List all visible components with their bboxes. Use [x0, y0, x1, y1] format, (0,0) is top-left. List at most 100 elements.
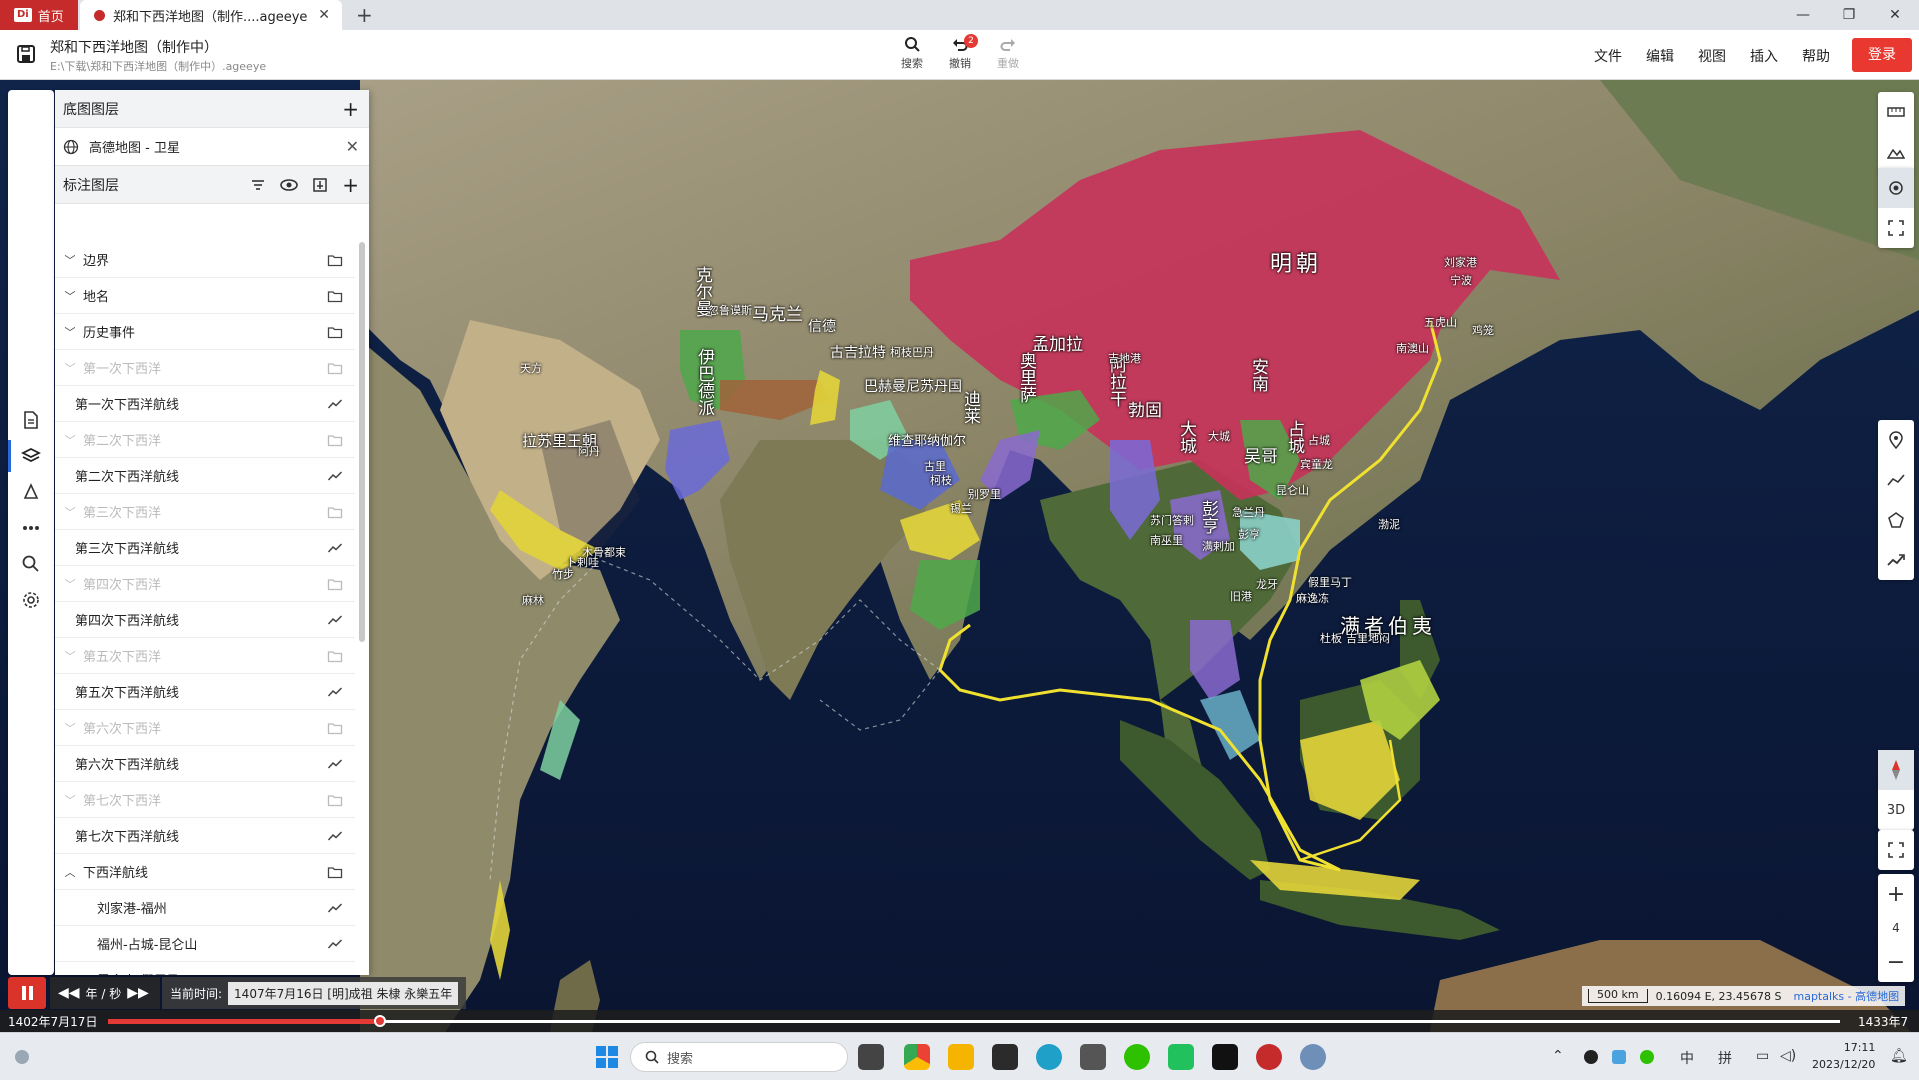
layer-row[interactable]: 第四次下西洋航线	[55, 602, 355, 638]
draw-polygon-button[interactable]	[1878, 500, 1914, 540]
menu-help[interactable]: 帮助	[1802, 46, 1830, 66]
ime-pinyin[interactable]: 拼	[1718, 1048, 1732, 1068]
minimize-icon[interactable]: —	[1780, 0, 1826, 30]
layer-row[interactable]: ﹀ 第七次下西洋	[55, 782, 355, 818]
undo-button[interactable]: 2 撤销	[938, 34, 982, 71]
layer-row[interactable]: 第三次下西洋航线	[55, 530, 355, 566]
restore-icon[interactable]: ❐	[1826, 0, 1872, 30]
chevron-down-icon[interactable]: ﹀	[63, 288, 77, 304]
layer-row[interactable]: 第一次下西洋航线	[55, 386, 355, 422]
chrome-icon[interactable]	[904, 1044, 930, 1070]
tab-close-icon[interactable]: ✕	[318, 7, 330, 23]
chevron-down-icon[interactable]: ﹀	[63, 792, 77, 808]
search-button[interactable]: 搜索	[890, 36, 934, 71]
layer-row[interactable]: 福州-占城-昆仑山	[55, 926, 355, 962]
chevron-down-icon[interactable]: ﹀	[63, 360, 77, 376]
layer-row[interactable]: 第二次下西洋航线	[55, 458, 355, 494]
ime-mode[interactable]: 中	[1680, 1048, 1694, 1068]
settings-gear-icon[interactable]	[21, 590, 41, 610]
layer-row[interactable]: ﹀ 第六次下西洋	[55, 710, 355, 746]
chevron-down-icon[interactable]: ﹀	[63, 720, 77, 736]
layer-row[interactable]: 第六次下西洋航线	[55, 746, 355, 782]
ageeye-app-icon[interactable]	[1256, 1044, 1282, 1070]
save-icon[interactable]	[16, 44, 36, 64]
chevron-down-icon[interactable]: ﹀	[63, 504, 77, 520]
edge-icon[interactable]	[1036, 1044, 1062, 1070]
terrain-button[interactable]	[1878, 132, 1914, 172]
login-button[interactable]: 登录	[1852, 38, 1912, 72]
display-icon[interactable]: ▭	[1756, 1048, 1769, 1064]
map-source-attribution[interactable]: maptalks - 高德地图	[1793, 988, 1899, 1004]
menu-edit[interactable]: 编辑	[1646, 46, 1674, 66]
pause-button[interactable]	[8, 977, 46, 1009]
task-view-icon[interactable]	[858, 1044, 884, 1070]
layers-tab[interactable]	[8, 440, 42, 472]
layer-row[interactable]: ﹀ 第三次下西洋	[55, 494, 355, 530]
layer-row[interactable]: ︿ 下西洋航线	[55, 854, 355, 890]
tray-app-icon[interactable]	[1584, 1050, 1598, 1064]
windows-start-icon[interactable]	[594, 1044, 620, 1070]
chevron-down-icon[interactable]: ﹀	[63, 432, 77, 448]
chevron-down-icon[interactable]: ﹀	[63, 324, 77, 340]
settings-icon[interactable]	[1300, 1044, 1326, 1070]
add-layer-icon[interactable]: +	[342, 173, 359, 197]
menu-insert[interactable]: 插入	[1750, 46, 1778, 66]
document-icon[interactable]	[21, 410, 41, 430]
layer-row[interactable]: 刘家港-福州	[55, 890, 355, 926]
locate-button[interactable]	[1878, 168, 1914, 208]
tray-network-app-icon[interactable]	[1612, 1050, 1626, 1064]
notification-bell-icon[interactable]: 🔔︎	[1890, 1048, 1908, 1064]
remove-basemap-icon[interactable]: ✕	[346, 137, 359, 156]
visibility-eye-icon[interactable]	[280, 177, 299, 193]
menu-file[interactable]: 文件	[1594, 46, 1622, 66]
green-app-icon[interactable]	[1168, 1044, 1194, 1070]
zoom-in-button[interactable]: +	[1878, 874, 1914, 914]
window-close-icon[interactable]: ✕	[1872, 0, 1918, 30]
system-clock[interactable]: 17:11 2023/12/20	[1812, 1039, 1875, 1073]
basemap-item[interactable]: 高德地图 - 卫星 ✕	[55, 128, 369, 166]
zoom-out-button[interactable]: −	[1878, 942, 1914, 982]
chevron-up-icon[interactable]: ︿	[63, 864, 77, 880]
more-dots-icon[interactable]	[21, 518, 41, 538]
import-icon[interactable]	[312, 177, 328, 193]
chevron-down-icon[interactable]: ﹀	[63, 252, 77, 268]
volume-icon[interactable]: ◁)	[1780, 1048, 1796, 1064]
redo-button[interactable]: 重做	[986, 36, 1030, 71]
timeline-scrubber-handle[interactable]	[373, 1015, 386, 1027]
taskbar-search[interactable]: 搜索	[630, 1042, 848, 1072]
draw-point-button[interactable]	[1878, 420, 1914, 460]
layer-row[interactable]: ﹀ 地名	[55, 278, 355, 314]
fast-forward-icon[interactable]: ▶▶	[127, 985, 149, 1001]
style-icon[interactable]	[21, 482, 41, 502]
layer-row[interactable]: ﹀ 第一次下西洋	[55, 350, 355, 386]
layer-row[interactable]: ﹀ 第五次下西洋	[55, 638, 355, 674]
layer-row[interactable]: ﹀ 第四次下西洋	[55, 566, 355, 602]
filter-icon[interactable]	[250, 177, 266, 193]
layer-row[interactable]: 第七次下西洋航线	[55, 818, 355, 854]
chevron-down-icon[interactable]: ﹀	[63, 576, 77, 592]
rewind-icon[interactable]: ◀◀	[58, 985, 80, 1001]
layer-row[interactable]: ﹀ 历史事件	[55, 314, 355, 350]
file-explorer-icon[interactable]	[948, 1044, 974, 1070]
new-tab-icon[interactable]: +	[356, 3, 373, 27]
draw-route-button[interactable]	[1878, 540, 1914, 580]
add-basemap-icon[interactable]: +	[342, 97, 359, 121]
tray-expand-icon[interactable]: ⌃	[1552, 1048, 1564, 1064]
weather-icon[interactable]	[12, 1047, 32, 1067]
search-icon[interactable]	[21, 554, 41, 574]
layer-row[interactable]: ﹀ 第二次下西洋	[55, 422, 355, 458]
terminal-icon[interactable]	[992, 1044, 1018, 1070]
tab-document[interactable]: 郑和下西洋地图（制作....ageeye ✕	[80, 0, 342, 30]
fullscreen-button[interactable]	[1878, 830, 1914, 870]
chevron-down-icon[interactable]: ﹀	[63, 648, 77, 664]
layer-row[interactable]: ﹀ 边界	[55, 242, 355, 278]
toggle-3d-button[interactable]: 3D	[1878, 790, 1914, 830]
layer-row[interactable]: 昆仑山-假里马丁	[55, 962, 355, 975]
ruler-button[interactable]	[1878, 92, 1914, 132]
capcut-icon[interactable]	[1212, 1044, 1238, 1070]
compass-button[interactable]	[1878, 750, 1914, 790]
layer-row[interactable]: 第五次下西洋航线	[55, 674, 355, 710]
draw-line-button[interactable]	[1878, 460, 1914, 500]
tab-home[interactable]: Di 首页	[0, 0, 78, 30]
layer-list-scrollbar[interactable]	[359, 242, 365, 642]
